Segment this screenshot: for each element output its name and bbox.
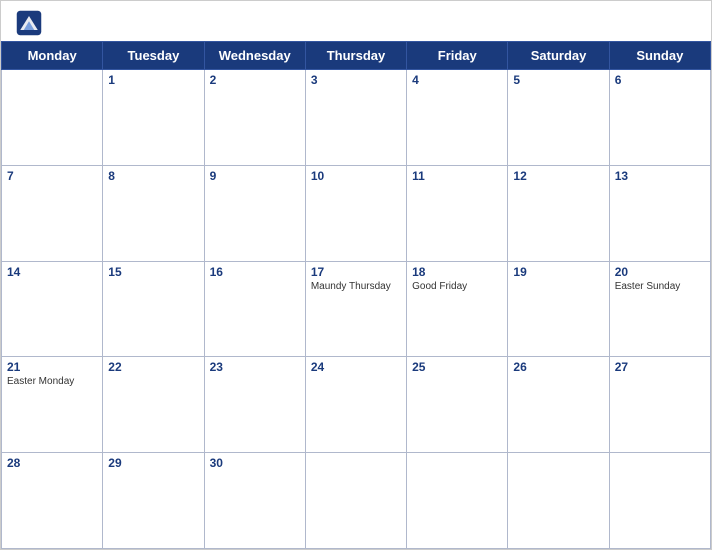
- day-number: 3: [311, 73, 401, 87]
- calendar-cell: 3: [305, 70, 406, 166]
- calendar-cell: 29: [103, 453, 204, 549]
- day-number: 5: [513, 73, 603, 87]
- day-number: 2: [210, 73, 300, 87]
- day-number: 30: [210, 456, 300, 470]
- day-number: 22: [108, 360, 198, 374]
- weekday-header-friday: Friday: [407, 42, 508, 70]
- calendar-cell: 12: [508, 165, 609, 261]
- calendar-cell: 26: [508, 357, 609, 453]
- day-number: 18: [412, 265, 502, 279]
- calendar-cell: 4: [407, 70, 508, 166]
- calendar-cell: [508, 453, 609, 549]
- day-number: 12: [513, 169, 603, 183]
- holiday-name: Good Friday: [412, 281, 502, 292]
- calendar-cell: 19: [508, 261, 609, 357]
- calendar-page: MondayTuesdayWednesdayThursdayFridaySatu…: [0, 0, 712, 550]
- day-number: 26: [513, 360, 603, 374]
- day-number: 7: [7, 169, 97, 183]
- day-number: 17: [311, 265, 401, 279]
- calendar-cell: 15: [103, 261, 204, 357]
- week-row-5: 28 29 30: [2, 453, 711, 549]
- calendar-cell: 7: [2, 165, 103, 261]
- day-number: 10: [311, 169, 401, 183]
- holiday-name: Easter Monday: [7, 376, 97, 387]
- day-number: 29: [108, 456, 198, 470]
- week-row-1: 123456: [2, 70, 711, 166]
- day-number: 24: [311, 360, 401, 374]
- top-bar: [1, 1, 711, 41]
- calendar-cell: 5: [508, 70, 609, 166]
- calendar-cell: 2: [204, 70, 305, 166]
- week-row-4: 21 Easter Monday 22 23 24 25 26 27: [2, 357, 711, 453]
- weekday-header-sunday: Sunday: [609, 42, 710, 70]
- day-number: 8: [108, 169, 198, 183]
- calendar-cell: [609, 453, 710, 549]
- calendar-cell: 8: [103, 165, 204, 261]
- day-number: 14: [7, 265, 97, 279]
- weekday-header-wednesday: Wednesday: [204, 42, 305, 70]
- day-number: 23: [210, 360, 300, 374]
- calendar-cell: 28: [2, 453, 103, 549]
- calendar-cell: [2, 70, 103, 166]
- day-number: 11: [412, 169, 502, 183]
- day-number: 4: [412, 73, 502, 87]
- calendar-cell: 22: [103, 357, 204, 453]
- day-number: 20: [615, 265, 705, 279]
- calendar-cell: 17 Maundy Thursday: [305, 261, 406, 357]
- day-number: 1: [108, 73, 198, 87]
- week-row-3: 14 15 16 17 Maundy Thursday 18 Good Friday 19 20…: [2, 261, 711, 357]
- weekday-header-row: MondayTuesdayWednesdayThursdayFridaySatu…: [2, 42, 711, 70]
- calendar-cell: 1: [103, 70, 204, 166]
- holiday-name: Easter Sunday: [615, 281, 705, 292]
- day-number: 21: [7, 360, 97, 374]
- calendar-cell: 30: [204, 453, 305, 549]
- calendar-cell: 6: [609, 70, 710, 166]
- weekday-header-saturday: Saturday: [508, 42, 609, 70]
- weekday-header-thursday: Thursday: [305, 42, 406, 70]
- calendar-cell: 13: [609, 165, 710, 261]
- logo-icon: [15, 9, 43, 37]
- day-number: 19: [513, 265, 603, 279]
- calendar-cell: 24: [305, 357, 406, 453]
- calendar-table: MondayTuesdayWednesdayThursdayFridaySatu…: [1, 41, 711, 549]
- logo: [15, 9, 47, 37]
- day-number: 15: [108, 265, 198, 279]
- calendar-cell: 27: [609, 357, 710, 453]
- calendar-cell: 16: [204, 261, 305, 357]
- calendar-cell: 11: [407, 165, 508, 261]
- calendar-cell: [305, 453, 406, 549]
- calendar-cell: 23: [204, 357, 305, 453]
- day-number: 28: [7, 456, 97, 470]
- day-number: 9: [210, 169, 300, 183]
- calendar-cell: 14: [2, 261, 103, 357]
- weekday-header-monday: Monday: [2, 42, 103, 70]
- calendar-cell: 20 Easter Sunday: [609, 261, 710, 357]
- calendar-cell: [407, 453, 508, 549]
- day-number: 27: [615, 360, 705, 374]
- day-number: 6: [615, 73, 705, 87]
- calendar-cell: 25: [407, 357, 508, 453]
- calendar-cell: 21 Easter Monday: [2, 357, 103, 453]
- calendar-cell: 18 Good Friday: [407, 261, 508, 357]
- weekday-header-tuesday: Tuesday: [103, 42, 204, 70]
- calendar-cell: 9: [204, 165, 305, 261]
- day-number: 16: [210, 265, 300, 279]
- day-number: 13: [615, 169, 705, 183]
- calendar-cell: 10: [305, 165, 406, 261]
- holiday-name: Maundy Thursday: [311, 281, 401, 292]
- week-row-2: 789 10 11 12 13: [2, 165, 711, 261]
- day-number: 25: [412, 360, 502, 374]
